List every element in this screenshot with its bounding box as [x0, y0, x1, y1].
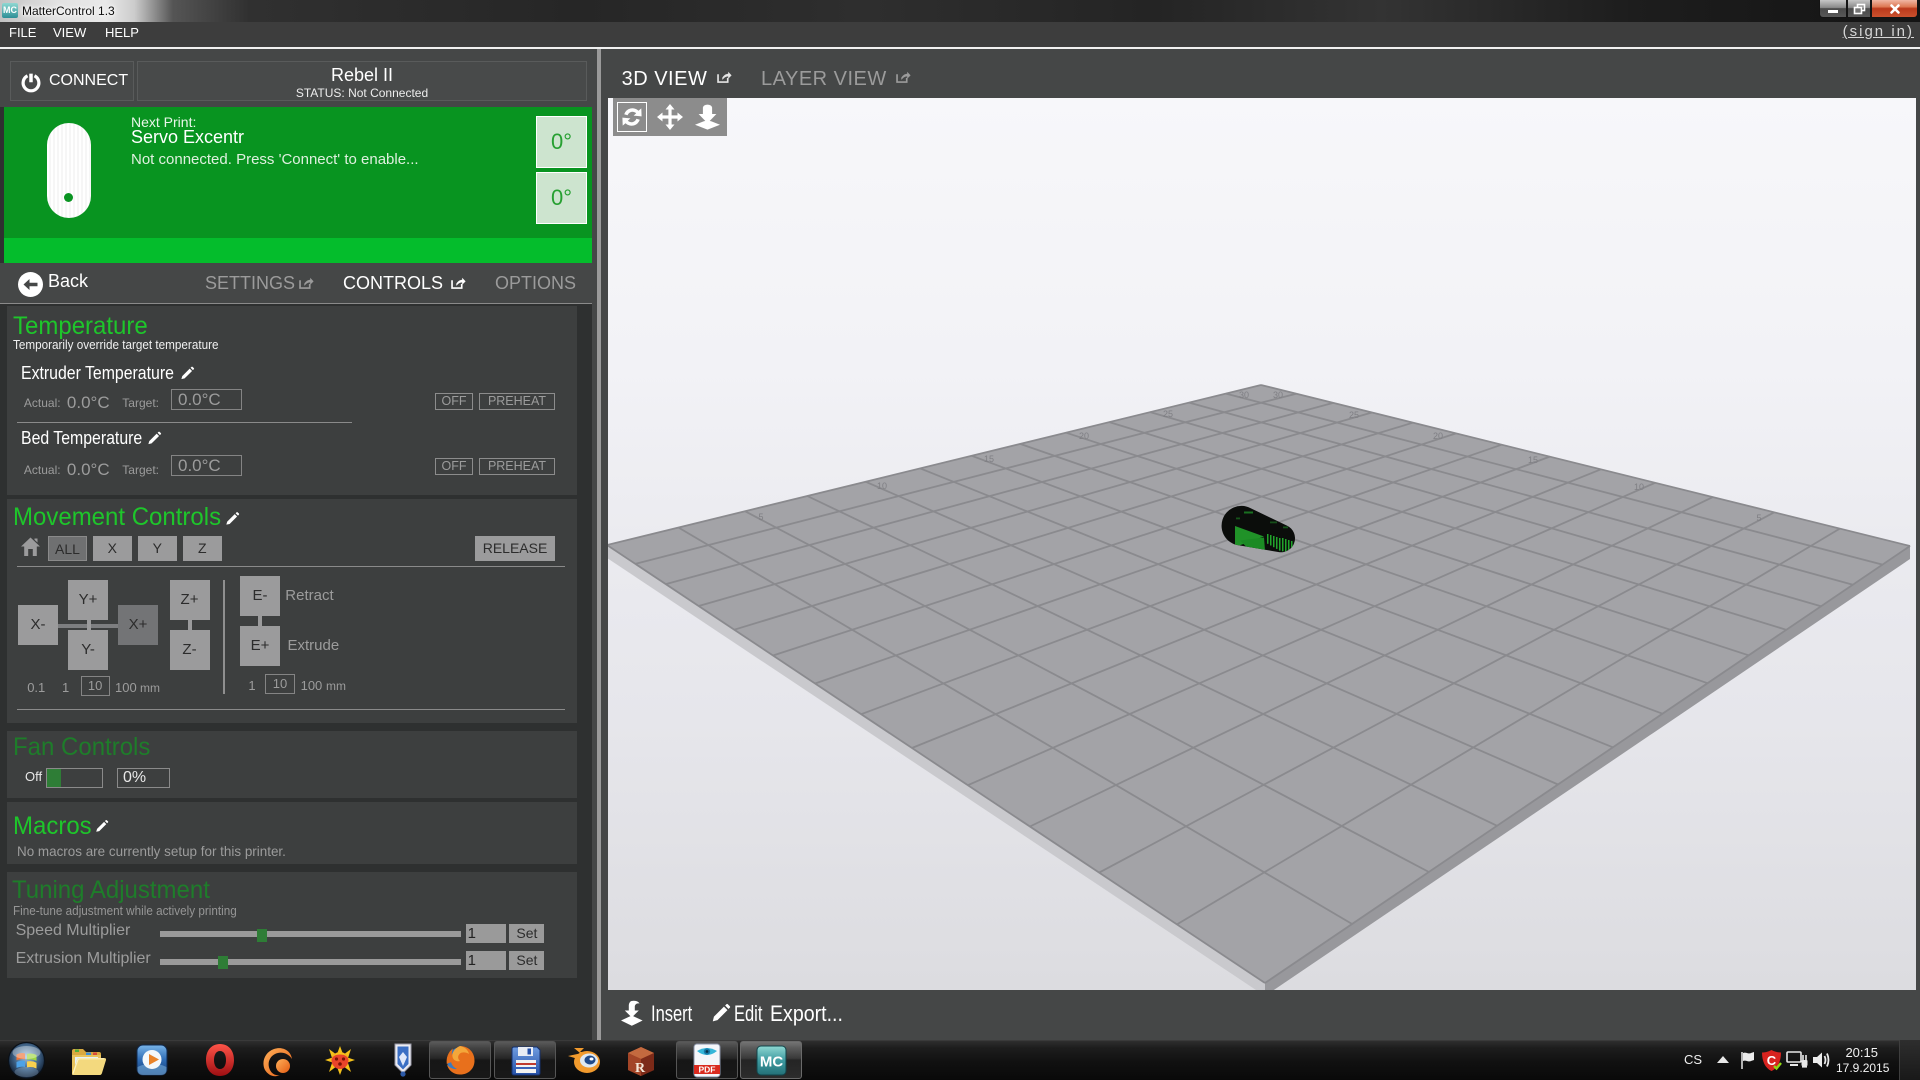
svg-text:PDF: PDF [699, 1065, 716, 1075]
svg-text:MC: MC [760, 1054, 783, 1071]
svg-text:R: R [635, 1061, 646, 1076]
